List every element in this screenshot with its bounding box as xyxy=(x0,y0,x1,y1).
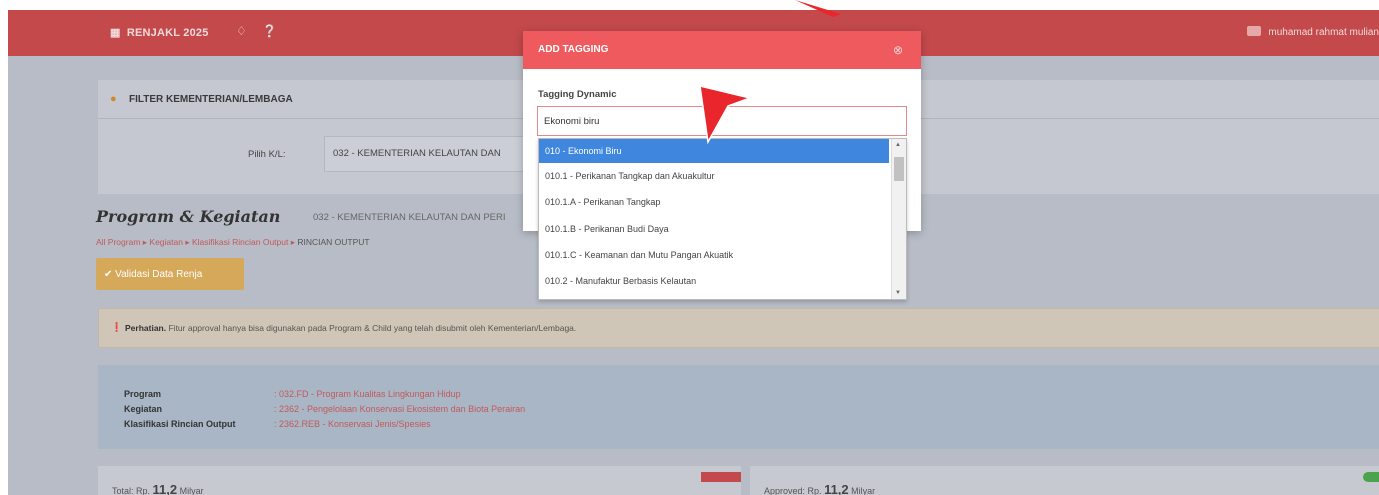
info-row-klasifikasi: Klasifikasi Rincian Output : 2362.REB - K… xyxy=(124,419,431,429)
tagging-dynamic-label: Tagging Dynamic xyxy=(538,89,617,100)
alert-message: Fitur approval hanya bisa digunakan pada… xyxy=(168,323,577,333)
tagging-dropdown[interactable]: 010 - Ekonomi Biru 010.1 - Perikanan Tan… xyxy=(538,138,907,300)
breadcrumb-current: RINCIAN OUTPUT xyxy=(297,237,370,247)
validasi-data-renja-button[interactable]: ✔ Validasi Data Renja xyxy=(96,258,244,290)
user-menu[interactable]: muhamad rahmat mulian xyxy=(1246,26,1379,38)
approval-alert: ❗ Perhatian. Fitur approval hanya bisa d… xyxy=(98,308,1379,348)
info-value[interactable]: : 2362.REB - Konservasi Jenis/Spesies xyxy=(274,419,431,429)
approved-text: Approved: Rp. 11,2 Milyar xyxy=(764,482,875,495)
program-info-panel: Program : 032.FD - Program Kualitas Lingk… xyxy=(98,365,1379,449)
cursor-arrow-icon xyxy=(699,85,753,144)
brand[interactable]: ▦ RENJAKL 2025 xyxy=(110,26,209,39)
breadcrumb-klasifikasi[interactable]: Klasifikasi Rincian Output xyxy=(192,237,288,247)
total-text: Total: Rp. 11,2 Milyar xyxy=(112,482,204,495)
breadcrumb: All Program ▸ Kegiatan ▸ Klasifikasi Rin… xyxy=(96,237,370,247)
pilih-kl-value: 032 - KEMENTERIAN KELAUTAN DAN xyxy=(333,148,501,159)
filter-icon: ● xyxy=(110,93,117,105)
bell-icon[interactable]: ♢ xyxy=(236,24,247,38)
scroll-down-icon[interactable]: ▼ xyxy=(895,290,901,296)
breadcrumb-kegiatan[interactable]: Kegiatan xyxy=(149,237,183,247)
info-row-program: Program : 032.FD - Program Kualitas Lingk… xyxy=(124,389,461,399)
arrow-annotation-icon xyxy=(795,0,841,17)
modal-title: ADD TAGGING xyxy=(538,44,609,55)
pilih-kl-label: Pilih K/L: xyxy=(248,149,286,160)
tagging-option[interactable]: 010.1 - Perikanan Tangkap dan Akuakultur xyxy=(539,163,889,189)
tagging-option[interactable]: 010.1.C - Keamanan dan Mutu Pangan Akuat… xyxy=(539,242,889,268)
approved-label: Approved: Rp. xyxy=(764,486,822,495)
tagging-options-list: 010 - Ekonomi Biru 010.1 - Perikanan Tan… xyxy=(539,139,889,294)
alert-text: Perhatian. Fitur approval hanya bisa dig… xyxy=(125,323,576,333)
check-circle-icon: ✔ xyxy=(104,268,113,280)
page-title: Program & Kegiatan xyxy=(96,207,281,226)
dropdown-scrollbar[interactable]: ▲ ▼ xyxy=(891,139,906,299)
page-subtitle: 032 - KEMENTERIAN KELAUTAN DAN PERI xyxy=(313,212,506,223)
approved-card: Approved: Rp. 11,2 Milyar xyxy=(750,466,1379,495)
info-row-kegiatan: Kegiatan : 2362 - Pengelolaan Konservasi … xyxy=(124,404,525,414)
user-avatar-icon xyxy=(1246,26,1261,36)
help-icon[interactable]: ❔ xyxy=(262,24,277,38)
validasi-label: Validasi Data Renja xyxy=(115,268,203,280)
info-icon: ❗ xyxy=(111,322,123,332)
info-label: Kegiatan xyxy=(124,404,163,414)
approved-unit: Milyar xyxy=(851,486,876,495)
modal-header: ADD TAGGING ⊗ xyxy=(523,31,921,69)
tagging-option[interactable]: 010.2 - Manufaktur Berbasis Kelautan xyxy=(539,268,889,294)
approved-value: 11,2 xyxy=(824,482,849,495)
total-badge xyxy=(701,472,741,482)
info-value[interactable]: : 032.FD - Program Kualitas Lingkungan H… xyxy=(274,389,461,399)
alert-bold: Perhatian. xyxy=(125,323,167,333)
total-label: Total: Rp. xyxy=(112,486,151,495)
info-label: Program xyxy=(124,389,162,399)
scroll-up-icon[interactable]: ▲ xyxy=(895,142,901,148)
tagging-option[interactable]: 010.1.B - Perikanan Budi Daya xyxy=(539,216,889,242)
total-value: 11,2 xyxy=(152,482,178,495)
close-circle-icon[interactable]: ⊗ xyxy=(893,43,903,57)
scrollbar-thumb[interactable] xyxy=(894,157,904,181)
info-value[interactable]: : 2362 - Pengelolaan Konservasi Ekosiste… xyxy=(274,404,525,414)
info-label: Klasifikasi Rincian Output xyxy=(124,419,236,429)
total-card: Total: Rp. 11,2 Milyar xyxy=(98,466,741,495)
grid-icon: ▦ xyxy=(110,27,121,39)
user-name: muhamad rahmat mulian xyxy=(1268,27,1379,38)
approved-badge xyxy=(1363,472,1379,482)
filter-title: FILTER KEMENTERIAN/LEMBAGA xyxy=(129,94,293,105)
total-unit: Milyar xyxy=(179,486,204,495)
tagging-option[interactable]: 010.1.A - Perikanan Tangkap xyxy=(539,189,889,215)
breadcrumb-all-program[interactable]: All Program xyxy=(96,237,140,247)
brand-label: RENJAKL 2025 xyxy=(126,27,209,39)
